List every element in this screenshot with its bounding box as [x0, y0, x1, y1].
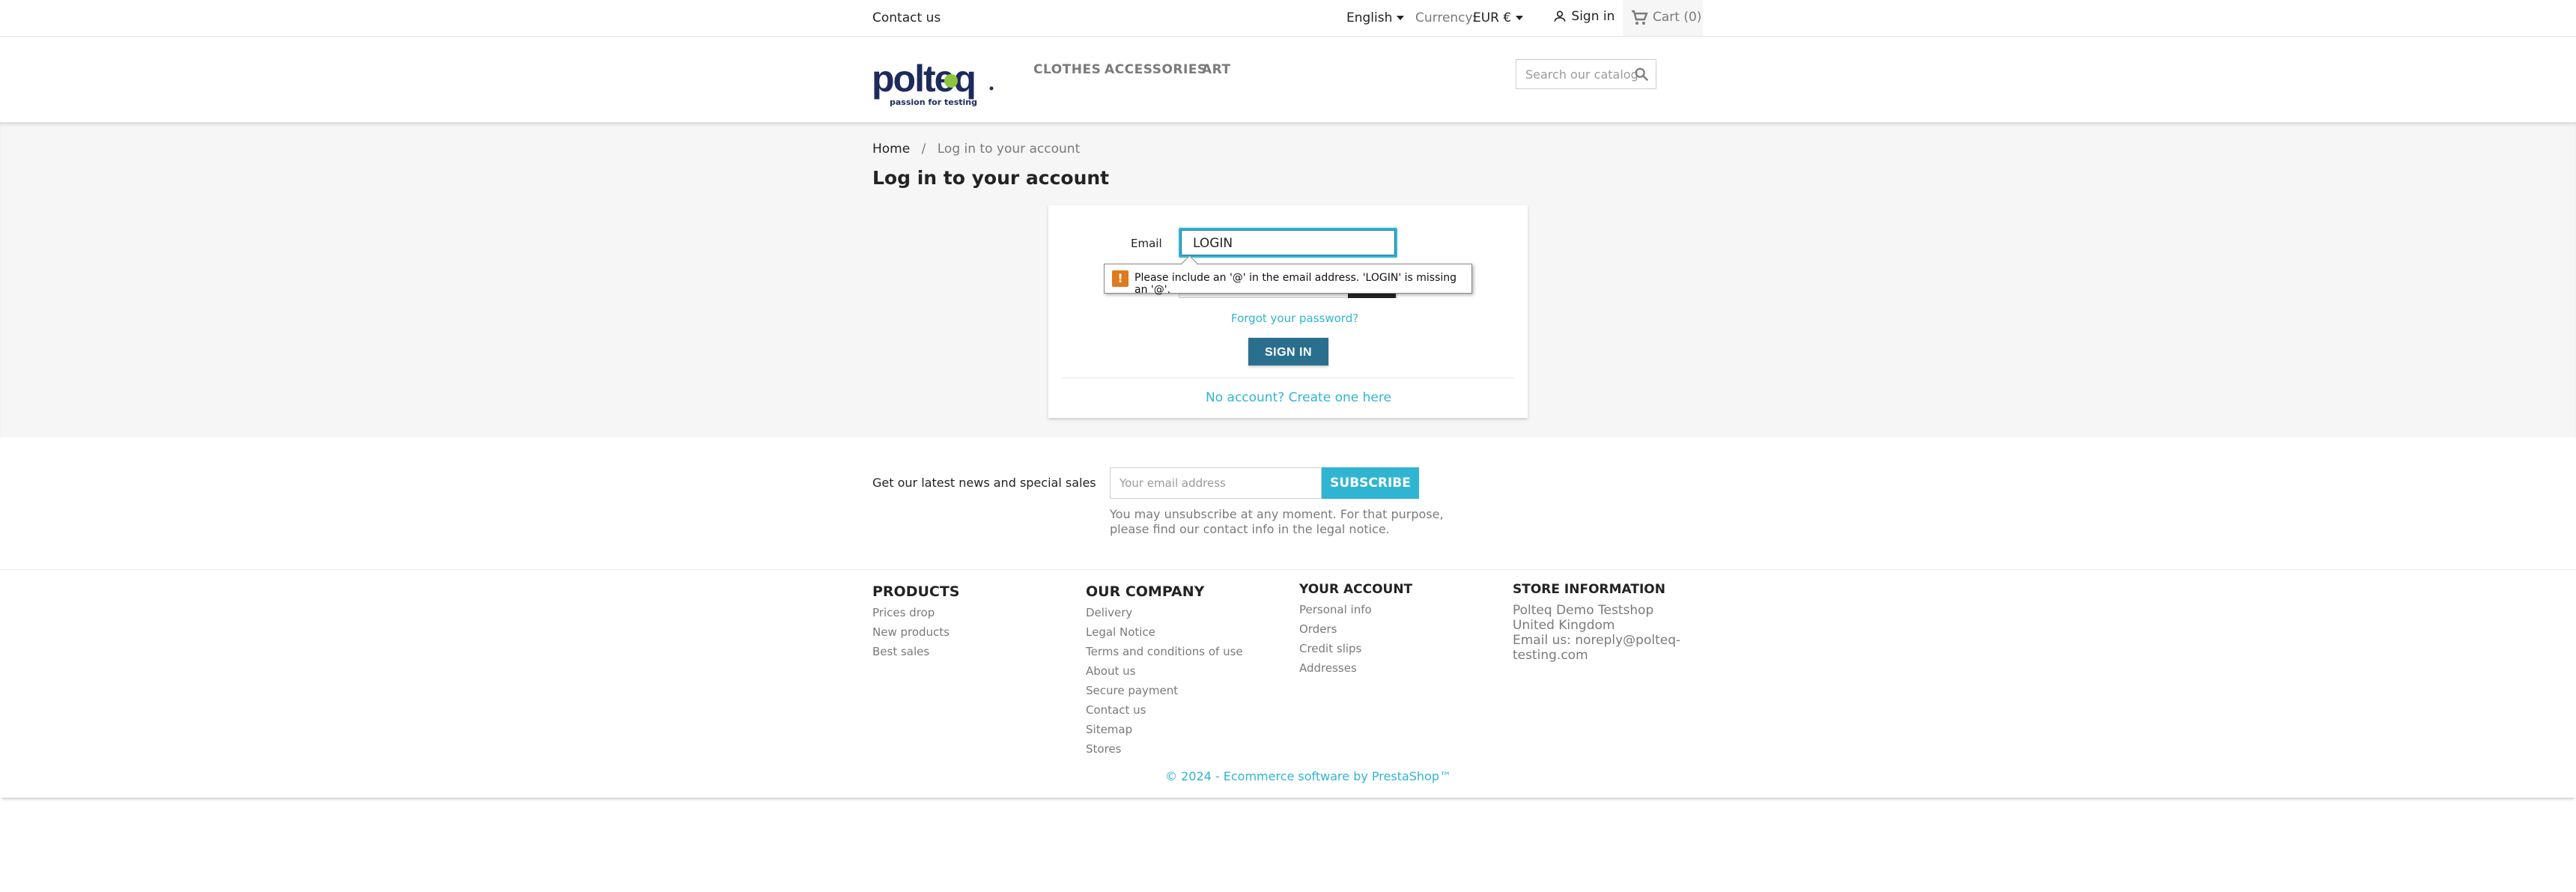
currency-value: EUR € [1473, 10, 1512, 25]
menu-accessories[interactable]: ACCESSORIES [1105, 62, 1207, 77]
warning-icon: ! [1112, 270, 1128, 287]
newsletter-text: Get our latest news and special sales [872, 476, 1096, 490]
footer-account-title[interactable]: YOUR ACCOUNT [1299, 582, 1412, 597]
footer-link-prices-drop[interactable]: Prices drop [872, 603, 960, 622]
logo[interactable]: polteq passion for testing [872, 58, 995, 112]
currency-selector[interactable]: EUR € [1473, 10, 1524, 25]
cart-label: Cart (0) [1653, 10, 1702, 25]
footer [0, 569, 2576, 798]
footer-link-delivery[interactable]: Delivery [1086, 603, 1243, 622]
footer-products: PRODUCTS Prices drop New products Best s… [872, 583, 960, 661]
validation-message: Please include an '@' in the email addre… [1134, 272, 1457, 296]
menu-art[interactable]: ART [1202, 62, 1231, 77]
store-country: United Kingdom [1513, 618, 1615, 633]
footer-link-sitemap[interactable]: Sitemap [1086, 720, 1243, 739]
create-account-link[interactable]: No account? Create one here [1206, 390, 1391, 405]
footer-store-title: STORE INFORMATION [1513, 582, 1665, 597]
page-title: Log in to your account [872, 167, 1110, 189]
chevron-down-icon [1516, 16, 1524, 20]
footer-link-terms[interactable]: Terms and conditions of use [1086, 642, 1243, 661]
footer-link-stores[interactable]: Stores [1086, 739, 1243, 759]
footer-link-personal-info[interactable]: Personal info [1299, 600, 1412, 619]
footer-store: STORE INFORMATION Polteq Demo Testshop U… [1513, 582, 1680, 663]
validation-tooltip: ! Please include an '@' in the email add… [1104, 255, 1472, 296]
header [0, 37, 2576, 121]
footer-link-best-sales[interactable]: Best sales [872, 642, 960, 661]
breadcrumb: Home / Log in to your account [872, 142, 1080, 157]
copyright-link[interactable]: © 2024 - Ecommerce software by PrestaSho… [1165, 769, 1451, 783]
svg-text:polteq: polteq [872, 60, 975, 100]
footer-company: OUR COMPANY Delivery Legal Notice Terms … [1086, 583, 1243, 759]
footer-link-addresses[interactable]: Addresses [1299, 658, 1412, 678]
footer-link-orders[interactable]: Orders [1299, 619, 1412, 639]
cart-button[interactable]: Cart (0) [1623, 0, 1703, 36]
footer-link-new-products[interactable]: New products [872, 622, 960, 642]
breadcrumb-home[interactable]: Home [872, 142, 910, 157]
subscribe-button[interactable]: SUBSCRIBE [1322, 467, 1419, 499]
breadcrumb-current: Log in to your account [937, 142, 1081, 157]
footer-link-credit-slips[interactable]: Credit slips [1299, 639, 1412, 658]
footer-link-secure-payment[interactable]: Secure payment [1086, 681, 1243, 700]
newsletter-note-line1: You may unsubscribe at any moment. For t… [1110, 507, 1444, 521]
email-label: Email [1131, 237, 1162, 250]
search-placeholder: Search our catalog [1525, 67, 1638, 82]
email-value: LOGIN [1193, 236, 1233, 251]
language-selector[interactable]: English [1346, 10, 1405, 25]
newsletter-email-input[interactable]: Your email address [1110, 467, 1322, 499]
language-label: English [1346, 10, 1393, 25]
newsletter-placeholder: Your email address [1120, 476, 1226, 490]
sign-in-button[interactable]: SIGN IN [1248, 338, 1328, 365]
search-input[interactable]: Search our catalog [1516, 59, 1656, 89]
shopping-cart-icon [1632, 10, 1648, 25]
footer-account: YOUR ACCOUNT Personal info Orders Credit… [1299, 582, 1412, 678]
search-icon[interactable] [1633, 66, 1650, 82]
menu-clothes[interactable]: CLOTHES [1033, 62, 1101, 77]
store-email-line1[interactable]: Email us: noreply@polteq- [1513, 633, 1680, 648]
sign-in-label: Sign in [1571, 9, 1615, 24]
logo-tagline: passion for testing [890, 97, 977, 107]
newsletter-note-line2: please find our contact info in the lega… [1110, 522, 1390, 536]
footer-link-about-us[interactable]: About us [1086, 661, 1243, 681]
footer-link-contact-us[interactable]: Contact us [1086, 700, 1243, 720]
contact-us-link[interactable]: Contact us [872, 10, 941, 25]
forgot-password-link[interactable]: Forgot your password? [1231, 312, 1358, 325]
footer-link-legal-notice[interactable]: Legal Notice [1086, 622, 1243, 642]
top-nav: Contact us English Currency: EUR € Sign … [0, 0, 2576, 37]
chevron-down-icon [1397, 16, 1405, 20]
store-email-line2[interactable]: testing.com [1513, 648, 1680, 663]
currency-label: Currency: [1415, 10, 1477, 25]
store-name: Polteq Demo Testshop [1513, 603, 1654, 618]
footer-company-title: OUR COMPANY [1086, 583, 1205, 600]
newsletter-section [0, 437, 2576, 569]
sign-in-link[interactable]: Sign in [1552, 9, 1614, 24]
breadcrumb-separator: / [921, 142, 926, 157]
user-icon [1554, 10, 1566, 22]
email-field[interactable]: LOGIN [1179, 228, 1397, 258]
footer-products-title: PRODUCTS [872, 583, 960, 600]
divider [1062, 377, 1514, 378]
